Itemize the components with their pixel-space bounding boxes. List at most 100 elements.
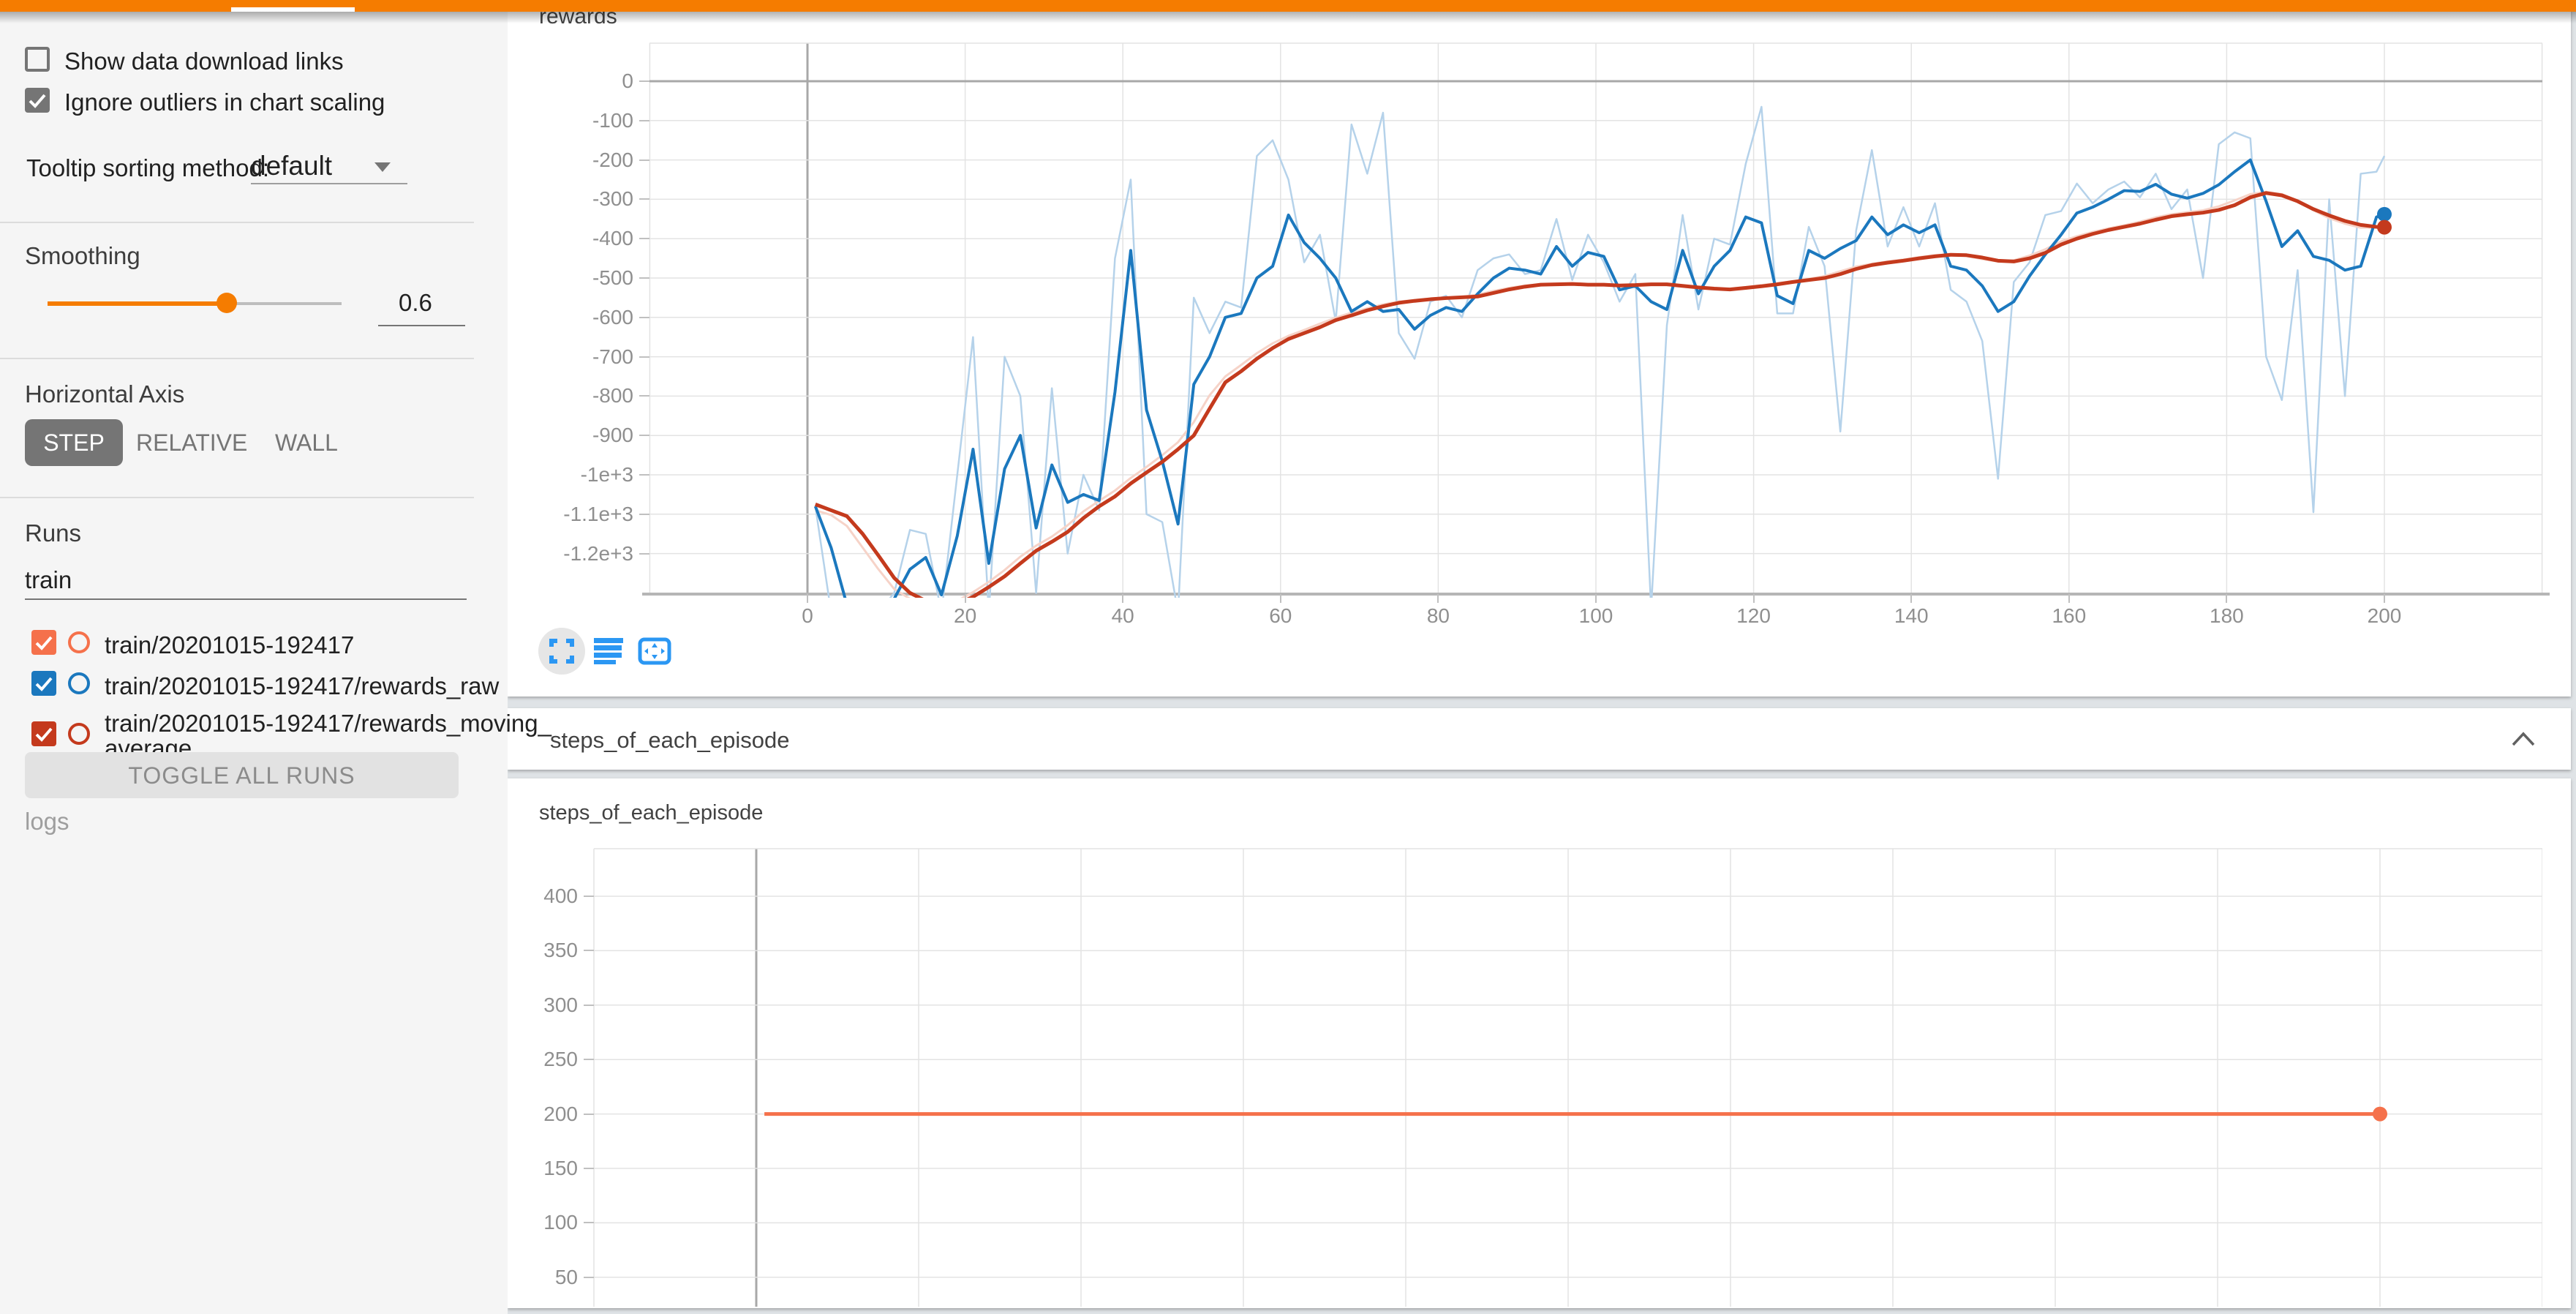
steps-chart-title: steps_of_each_episode bbox=[539, 801, 763, 825]
x-tick-mark bbox=[1910, 594, 1912, 603]
y-tick-mark bbox=[584, 1222, 594, 1223]
y-tick-label: -500 bbox=[524, 266, 633, 290]
y-tick-mark bbox=[639, 356, 649, 358]
x-tick-mark bbox=[2068, 594, 2070, 603]
runs-filter-input[interactable]: train bbox=[25, 567, 72, 593]
haxis-relative-button[interactable]: RELATIVE bbox=[136, 429, 244, 457]
y-tick-mark bbox=[584, 1005, 594, 1006]
x-tick-mark bbox=[965, 594, 966, 603]
x-tick-mark bbox=[1753, 594, 1755, 603]
x-tick-mark bbox=[1122, 594, 1123, 603]
y-tick-mark bbox=[639, 474, 649, 476]
y-tick-mark bbox=[639, 395, 649, 397]
show-download-links-checkbox[interactable] bbox=[25, 47, 50, 72]
run-radio-circle[interactable] bbox=[68, 723, 90, 745]
steps-chart-plot[interactable] bbox=[585, 842, 2542, 1308]
logs-label: logs bbox=[25, 808, 69, 836]
y-tick-label: -300 bbox=[524, 187, 633, 211]
toggle-all-runs-label: TOGGLE ALL RUNS bbox=[25, 762, 459, 789]
y-tick-mark bbox=[639, 317, 649, 318]
y-tick-label: -1.1e+3 bbox=[524, 503, 633, 526]
x-tick-label: 40 bbox=[1072, 604, 1174, 628]
dropdown-arrow-icon[interactable] bbox=[374, 162, 391, 172]
y-tick-label: -800 bbox=[524, 384, 633, 408]
header-shadow bbox=[0, 12, 2576, 23]
y-tick-label: -1e+3 bbox=[524, 463, 633, 487]
smoothing-label: Smoothing bbox=[25, 242, 140, 270]
y-tick-mark bbox=[639, 198, 649, 200]
tooltip-sort-label: Tooltip sorting method: bbox=[26, 155, 269, 181]
y-tick-mark bbox=[639, 120, 649, 121]
y-tick-mark bbox=[639, 159, 649, 161]
ignore-outliers-checkbox[interactable] bbox=[25, 88, 50, 113]
x-tick-mark bbox=[2384, 594, 2385, 603]
y-tick-label: -400 bbox=[524, 227, 633, 250]
x-tick-label: 160 bbox=[2018, 604, 2120, 628]
y-tick-mark bbox=[639, 553, 649, 555]
y-tick-label: -700 bbox=[524, 345, 633, 369]
fit-to-data-icon[interactable] bbox=[638, 637, 671, 665]
divider bbox=[0, 358, 474, 359]
check-icon bbox=[25, 88, 50, 113]
run-label: train/20201015-192417/rewards_moving_ bbox=[105, 710, 551, 737]
haxis-step-button[interactable]: STEP bbox=[25, 419, 123, 466]
check-icon bbox=[31, 721, 56, 746]
series-end-dot bbox=[2377, 220, 2392, 235]
haxis-wall-button[interactable]: WALL bbox=[257, 429, 355, 457]
y-tick-mark bbox=[584, 896, 594, 897]
ignore-outliers-label: Ignore outliers in chart scaling bbox=[64, 89, 385, 116]
smoothing-value[interactable]: 0.6 bbox=[399, 290, 432, 316]
y-tick-mark bbox=[639, 277, 649, 279]
run-checkbox[interactable] bbox=[31, 630, 56, 655]
divider bbox=[0, 222, 474, 223]
y-tick-mark bbox=[584, 1168, 594, 1169]
toggle-all-runs-button[interactable]: TOGGLE ALL RUNS bbox=[25, 752, 459, 798]
run-label: train/20201015-192417/rewards_raw bbox=[105, 673, 499, 699]
runs-label: Runs bbox=[25, 519, 81, 547]
y-tick-label: -100 bbox=[524, 109, 633, 132]
y-tick-mark bbox=[639, 435, 649, 436]
run-checkbox[interactable] bbox=[31, 671, 56, 696]
rewards-chart-plot[interactable] bbox=[642, 38, 2551, 598]
active-tab-indicator bbox=[231, 7, 355, 12]
horizontal-axis-label: Horizontal Axis bbox=[25, 380, 184, 408]
x-tick-label: 20 bbox=[914, 604, 1017, 628]
y-tick-mark bbox=[639, 80, 649, 82]
y-tick-label: -600 bbox=[524, 306, 633, 329]
x-tick-label: 140 bbox=[1860, 604, 1962, 628]
series-end-dot bbox=[2373, 1107, 2387, 1122]
settings-sidebar: Show data download links Ignore outliers… bbox=[0, 12, 508, 1314]
x-tick-label: 80 bbox=[1387, 604, 1489, 628]
app-header-bar bbox=[0, 0, 2576, 12]
run-radio-circle[interactable] bbox=[68, 631, 90, 653]
steps-section-header[interactable] bbox=[508, 708, 2571, 770]
run-checkbox[interactable] bbox=[31, 721, 56, 746]
x-tick-mark bbox=[1595, 594, 1597, 603]
dropdown-underline bbox=[251, 183, 407, 184]
y-tick-mark bbox=[639, 238, 649, 239]
x-tick-label: 0 bbox=[756, 604, 859, 628]
show-download-links-label: Show data download links bbox=[64, 48, 344, 75]
x-tick-label: 60 bbox=[1229, 604, 1332, 628]
x-tick-label: 100 bbox=[1545, 604, 1647, 628]
expand-chart-icon[interactable] bbox=[549, 639, 574, 664]
x-tick-label: 120 bbox=[1703, 604, 1805, 628]
y-tick-mark bbox=[584, 950, 594, 951]
run-label: train/20201015-192417 bbox=[105, 632, 354, 658]
smoothing-slider-fill bbox=[48, 301, 227, 306]
run-radio-circle[interactable] bbox=[68, 672, 90, 694]
x-tick-mark bbox=[1437, 594, 1439, 603]
collapse-chevron-icon[interactable] bbox=[2510, 731, 2537, 747]
runs-filter-underline bbox=[25, 598, 467, 600]
x-tick-mark bbox=[807, 594, 808, 603]
y-tick-label: -200 bbox=[524, 149, 633, 172]
haxis-step-label: STEP bbox=[25, 429, 123, 457]
smoothing-value-underline bbox=[378, 325, 465, 326]
y-tick-mark bbox=[584, 1114, 594, 1115]
horizontal-lines-icon[interactable] bbox=[594, 638, 623, 664]
check-icon bbox=[31, 630, 56, 655]
x-tick-label: 180 bbox=[2175, 604, 2278, 628]
tooltip-sort-dropdown[interactable]: default bbox=[251, 151, 332, 181]
steps-section-title: steps_of_each_episode bbox=[550, 727, 789, 754]
smoothing-slider-knob[interactable] bbox=[216, 293, 237, 313]
